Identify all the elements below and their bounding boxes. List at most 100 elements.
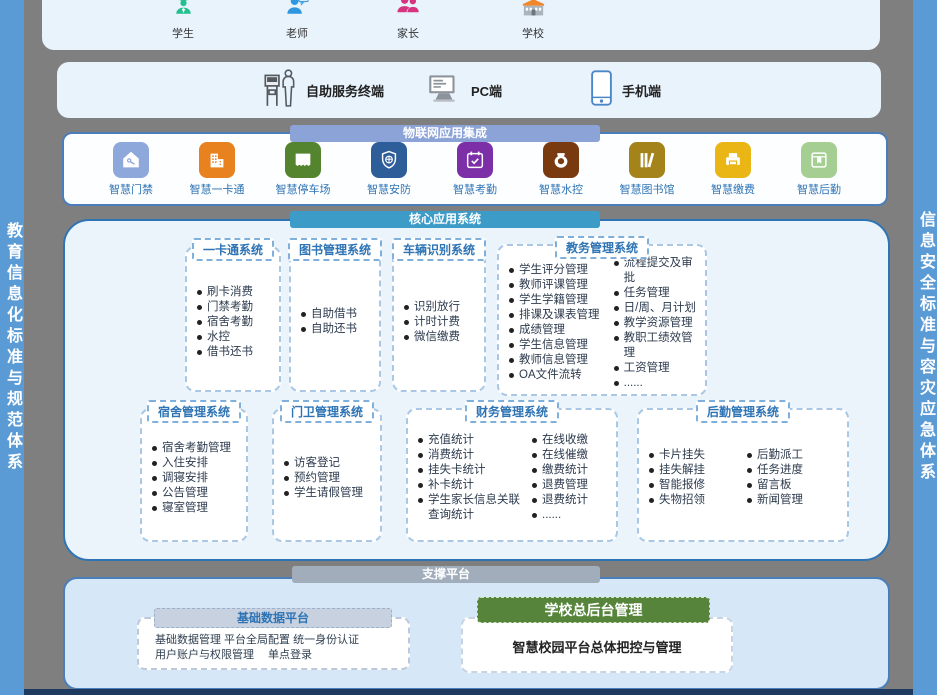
list-item-label: 留言板	[757, 478, 792, 493]
list-item: 在线催缴	[532, 448, 588, 463]
iot-item-label: 智慧后勤	[797, 181, 841, 197]
terminal-item-label: 手机端	[622, 81, 661, 100]
system-item-column: 流程提交及审批任务管理日/周、月计划教学资源管理教职工绩效管理工资管理.....…	[614, 258, 703, 388]
list-item: 消费统计	[418, 448, 530, 463]
user-item-student: 学生	[151, 0, 215, 41]
users-panel: 学生 老师 家长 学校	[42, 0, 880, 50]
list-item-label: 学生学籍管理	[519, 293, 588, 308]
terminals-panel: 自助服务终端 PC端 手机端	[57, 62, 881, 118]
list-item-label: 微信缴费	[414, 330, 460, 345]
iot-item-parking: 智慧停车场	[266, 142, 340, 197]
list-item-label: 宿舍考勤	[207, 315, 253, 330]
system-item-column: 后勤派工任务进度留言板新闻管理	[747, 422, 803, 534]
list-item-label: 后勤派工	[757, 448, 803, 463]
bullet-icon	[614, 306, 619, 311]
library-books-icon	[629, 142, 665, 178]
pc-icon	[425, 72, 463, 109]
list-item: 预约管理	[284, 471, 363, 486]
list-item: 留言板	[747, 478, 803, 493]
system-item-column: 宿舍考勤管理入住安排调寝安排公告管理寝室管理	[152, 422, 231, 534]
list-item-label: 教师评课管理	[519, 278, 588, 293]
iot-item-label: 智慧安防	[367, 181, 411, 197]
logistics-box-icon	[801, 142, 837, 178]
system-card-finance: 财务管理系统 充值统计消费统计挂失卡统计补卡统计学生家长信息关联查询统计在线收缴…	[406, 408, 618, 542]
list-item: OA文件流转	[509, 368, 612, 383]
bullet-icon	[152, 506, 157, 511]
door-access-icon	[113, 142, 149, 178]
list-item-label: 寝室管理	[162, 501, 208, 516]
list-item: 排课及课表管理	[509, 308, 612, 323]
admin-platform-desc: 智慧校园平台总体把控与管理	[463, 637, 731, 656]
system-title: 车辆识别系统	[392, 238, 486, 261]
list-item: 在线收缴	[532, 433, 588, 448]
bullet-icon	[649, 498, 654, 503]
bottom-edge-bar	[24, 689, 913, 695]
bullet-icon	[532, 468, 537, 473]
list-item-label: 学生评分管理	[519, 263, 588, 278]
list-item: 任务管理	[614, 286, 703, 301]
system-items: 自助借书自助还书	[291, 248, 379, 390]
bullet-icon	[284, 461, 289, 466]
bullet-icon	[197, 320, 202, 325]
iot-item-label: 智慧一卡通	[190, 181, 245, 197]
list-item: 入住安排	[152, 456, 231, 471]
list-item: 教学资源管理	[614, 316, 703, 331]
attendance-calendar-icon	[457, 142, 493, 178]
list-item: 寝室管理	[152, 501, 231, 516]
list-item: 宿舍考勤	[197, 315, 253, 330]
list-item: 宿舍考勤管理	[152, 441, 231, 456]
list-item: 成绩管理	[509, 323, 612, 338]
user-item-teacher: 老师	[265, 0, 329, 41]
security-shield-icon	[371, 142, 407, 178]
list-item-label: 刷卡消费	[207, 285, 253, 300]
bullet-icon	[649, 483, 654, 488]
iot-item-library: 智慧图书馆	[610, 142, 684, 197]
bullet-icon	[747, 453, 752, 458]
user-item-label: 老师	[286, 25, 308, 41]
list-item-label: 访客登记	[294, 456, 340, 471]
system-item-column: 学生评分管理教师评课管理学生学籍管理排课及课表管理成绩管理学生信息管理教师信息管…	[509, 258, 612, 388]
bullet-icon	[404, 305, 409, 310]
list-item: 学生信息管理	[509, 338, 612, 353]
list-item: 补卡统计	[418, 478, 530, 493]
terminal-item-mobile: 手机端	[589, 62, 661, 118]
bullet-icon	[197, 335, 202, 340]
bullet-icon	[197, 350, 202, 355]
support-banner: 支撑平台	[292, 566, 600, 583]
list-item-label: 失物招领	[659, 493, 705, 508]
system-items: 充值统计消费统计挂失卡统计补卡统计学生家长信息关联查询统计在线收缴在线催缴缴费统…	[408, 410, 616, 540]
list-item-label: 在线催缴	[542, 448, 588, 463]
bullet-icon	[532, 483, 537, 488]
bullet-icon	[404, 335, 409, 340]
bullet-icon	[509, 268, 514, 273]
right-sidebar: 信息安全标准与容灾应急体系	[913, 0, 937, 695]
user-item-label: 家长	[397, 25, 419, 41]
bullet-icon	[614, 366, 619, 371]
list-item: 门禁考勤	[197, 300, 253, 315]
system-card-academic: 教务管理系统 学生评分管理教师评课管理学生学籍管理排课及课表管理成绩管理学生信息…	[497, 244, 707, 396]
system-card-dormitory: 宿舍管理系统 宿舍考勤管理入住安排调寝安排公告管理寝室管理	[140, 408, 248, 542]
list-item: 流程提交及审批	[614, 256, 703, 286]
bullet-icon	[509, 298, 514, 303]
list-item-label: 在线收缴	[542, 433, 588, 448]
list-item: 自助借书	[301, 307, 357, 322]
list-item: 新闻管理	[747, 493, 803, 508]
bullet-icon	[509, 313, 514, 318]
list-item: ......	[614, 376, 703, 391]
list-item-label: 流程提交及审批	[624, 256, 703, 286]
system-title: 宿舍管理系统	[147, 400, 241, 423]
iot-item-water: 智慧水控	[524, 142, 598, 197]
onecard-icon	[199, 142, 235, 178]
list-item-label: 宿舍考勤管理	[162, 441, 231, 456]
system-items: 访客登记预约管理学生请假管理	[274, 410, 380, 540]
list-item-label: 识别放行	[414, 300, 460, 315]
kiosk-icon	[262, 67, 298, 114]
bullet-icon	[614, 291, 619, 296]
base-platform-line2: 用户账户与权限管理 单点登录	[155, 648, 408, 663]
list-item: 教师信息管理	[509, 353, 612, 368]
bullet-icon	[532, 498, 537, 503]
iot-item-attendance: 智慧考勤	[438, 142, 512, 197]
bullet-icon	[152, 446, 157, 451]
terminal-item-label: PC端	[471, 81, 502, 100]
iot-item-payment: 智慧缴费	[696, 142, 770, 197]
